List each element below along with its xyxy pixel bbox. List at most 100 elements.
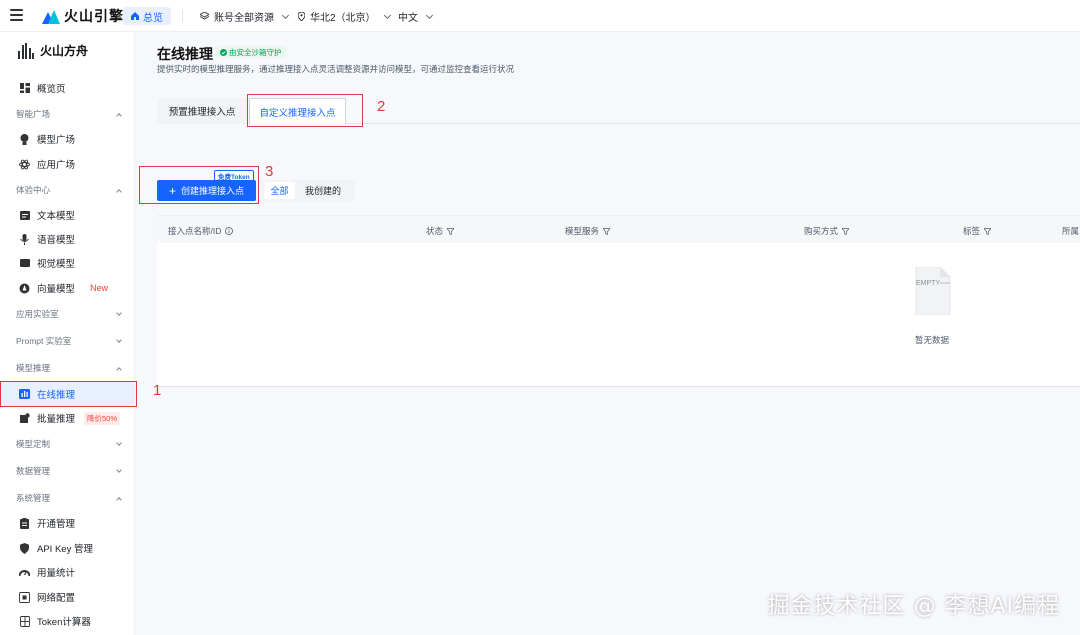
- calculator-icon: [19, 615, 30, 627]
- brand-name: 火山引擎: [64, 8, 124, 24]
- filter-mine[interactable]: 我创建的: [295, 182, 351, 199]
- sidebar-group-model-square[interactable]: 智能广场: [0, 104, 135, 124]
- filter-icon[interactable]: [984, 227, 992, 235]
- sidebar-group-label: 智能广场: [16, 109, 51, 119]
- sidebar-item-vector-model[interactable]: 向量模型 New: [0, 276, 135, 300]
- image-icon: [19, 258, 30, 269]
- sidebar-item-apikey[interactable]: API Key 管理: [0, 536, 135, 560]
- ownership-filter: 全部 我创建的: [262, 180, 355, 201]
- sidebar-item-vision-model[interactable]: 视觉模型: [0, 251, 135, 275]
- sidebar-group-data[interactable]: 数据管理: [0, 461, 135, 481]
- annotation-number-1: 1: [153, 382, 162, 399]
- menu-icon[interactable]: [10, 9, 23, 21]
- sidebar-group-label: 数据管理: [16, 466, 51, 476]
- sidebar-item-label: 网络配置: [37, 593, 76, 604]
- safe-sandbox-tag: 由安全沙箱守护: [216, 46, 286, 58]
- sidebar-group-system[interactable]: 系统管理: [0, 488, 135, 508]
- endpoint-table: 接入点名称/ID 状态 模型服务 购买方式 标签 所属 EMPTY 暂无数据: [157, 215, 1080, 387]
- clipboard-icon: [19, 517, 30, 529]
- sidebar-brand[interactable]: 火山方舟: [18, 42, 88, 59]
- home-icon: [131, 12, 139, 20]
- tab-preset-endpoint[interactable]: 预置推理接入点: [157, 98, 247, 124]
- filter-icon[interactable]: [842, 227, 850, 235]
- filter-icon[interactable]: [603, 227, 611, 235]
- sidebar-item-app-plaza[interactable]: 应用广场: [0, 152, 135, 176]
- lightbulb-icon: [19, 133, 30, 145]
- atom-icon: [19, 159, 30, 170]
- sidebar-item-label: 用量统计: [37, 568, 76, 579]
- chevron-up-icon: [116, 496, 122, 503]
- column-label: 状态: [426, 226, 444, 236]
- region-label: 华北2（北京）: [310, 13, 376, 24]
- sidebar-item-label: 应用广场: [37, 160, 76, 171]
- column-header-status: 状态: [426, 225, 455, 237]
- sidebar-group-app-lab[interactable]: 应用实验室: [0, 304, 135, 324]
- divider: [182, 10, 183, 22]
- sidebar-item-voice-model[interactable]: 语音模型: [0, 227, 135, 251]
- chevron-down-icon: [425, 11, 434, 19]
- safe-tag-label: 由安全沙箱守护: [229, 47, 282, 57]
- sidebar-item-label: 概览页: [37, 84, 66, 95]
- layers-icon: [200, 12, 209, 20]
- sidebar-group-experience[interactable]: 体验中心: [0, 180, 135, 200]
- empty-state-text: 暂无数据: [915, 335, 950, 345]
- sidebar-item-token-calculator[interactable]: Token计算器: [0, 609, 135, 633]
- column-label: 所属: [1062, 226, 1080, 236]
- chevron-down-icon: [116, 310, 122, 316]
- sidebar-group-label: 应用实验室: [16, 309, 59, 319]
- sidebar-group-label: 模型推理: [16, 363, 51, 373]
- annotation-box-2: [247, 94, 363, 127]
- puzzle-icon: [19, 413, 30, 424]
- column-header-purchase: 购买方式: [804, 225, 850, 237]
- column-label: 模型服务: [565, 226, 600, 236]
- chevron-up-icon: [116, 366, 122, 373]
- chevron-down-icon: [116, 440, 122, 446]
- column-header-owner: 所属: [1062, 225, 1079, 237]
- ark-logo-icon: [18, 42, 34, 59]
- sidebar-item-activation[interactable]: 开通管理: [0, 511, 135, 535]
- text-icon: [19, 210, 30, 221]
- sidebar-item-label: 视觉模型: [37, 259, 76, 270]
- table-header: 接入点名称/ID 状态 模型服务 购买方式 标签 所属: [157, 215, 1080, 243]
- chevron-up-icon: [116, 188, 122, 195]
- top-bar: 火山引擎 总览 账号全部资源 华北2（北京） 中文: [0, 0, 1080, 32]
- brand-logo[interactable]: 火山引擎: [42, 6, 124, 26]
- column-label: 接入点名称/ID: [168, 226, 222, 236]
- sidebar-group-inference[interactable]: 模型推理: [0, 358, 135, 378]
- column-header-name: 接入点名称/ID: [168, 225, 234, 237]
- network-icon: [19, 591, 30, 603]
- column-header-tags: 标签: [963, 225, 992, 237]
- sidebar-item-text-model[interactable]: 文本模型: [0, 203, 135, 227]
- shield-icon: [19, 542, 30, 554]
- sidebar-item-label: 文本模型: [37, 211, 76, 222]
- home-label: 总览: [143, 12, 163, 24]
- column-label: 标签: [963, 226, 981, 236]
- page-title: 在线推理: [157, 46, 213, 62]
- annotation-number-3: 3: [265, 163, 274, 180]
- compass-icon: [19, 283, 30, 294]
- region-dropdown[interactable]: 华北2（北京）: [298, 9, 391, 24]
- chevron-down-icon: [383, 11, 391, 19]
- sidebar-group-customization[interactable]: 模型定制: [0, 434, 135, 454]
- chevron-up-icon: [116, 112, 122, 119]
- sidebar-group-label: 体验中心: [16, 185, 51, 195]
- sidebar-item-network[interactable]: 网络配置: [0, 585, 135, 609]
- sidebar-group-prompt-lab[interactable]: Prompt 实验室: [0, 331, 135, 351]
- new-badge: New: [90, 283, 109, 293]
- sidebar-item-overview[interactable]: 概览页: [0, 76, 135, 100]
- filter-icon[interactable]: [447, 227, 455, 235]
- dashboard-icon: [19, 83, 30, 94]
- account-scope-dropdown[interactable]: 账号全部资源: [200, 9, 290, 24]
- sidebar-item-batch-inference[interactable]: 批量推理 降价50%: [0, 406, 135, 430]
- sidebar-brand-name: 火山方舟: [40, 44, 89, 58]
- discount-badge: 降价50%: [84, 411, 121, 425]
- sidebar-item-usage[interactable]: 用量统计: [0, 560, 135, 584]
- chevron-down-icon: [116, 467, 122, 473]
- sidebar-group-label: 系统管理: [16, 493, 51, 503]
- language-dropdown[interactable]: 中文: [398, 9, 434, 24]
- sidebar-item-model-plaza[interactable]: 模型广场: [0, 127, 135, 151]
- info-icon[interactable]: [225, 227, 234, 235]
- home-overview-button[interactable]: 总览: [123, 7, 171, 25]
- filter-all[interactable]: 全部: [264, 182, 295, 199]
- sidebar-item-label: API Key 管理: [37, 544, 93, 555]
